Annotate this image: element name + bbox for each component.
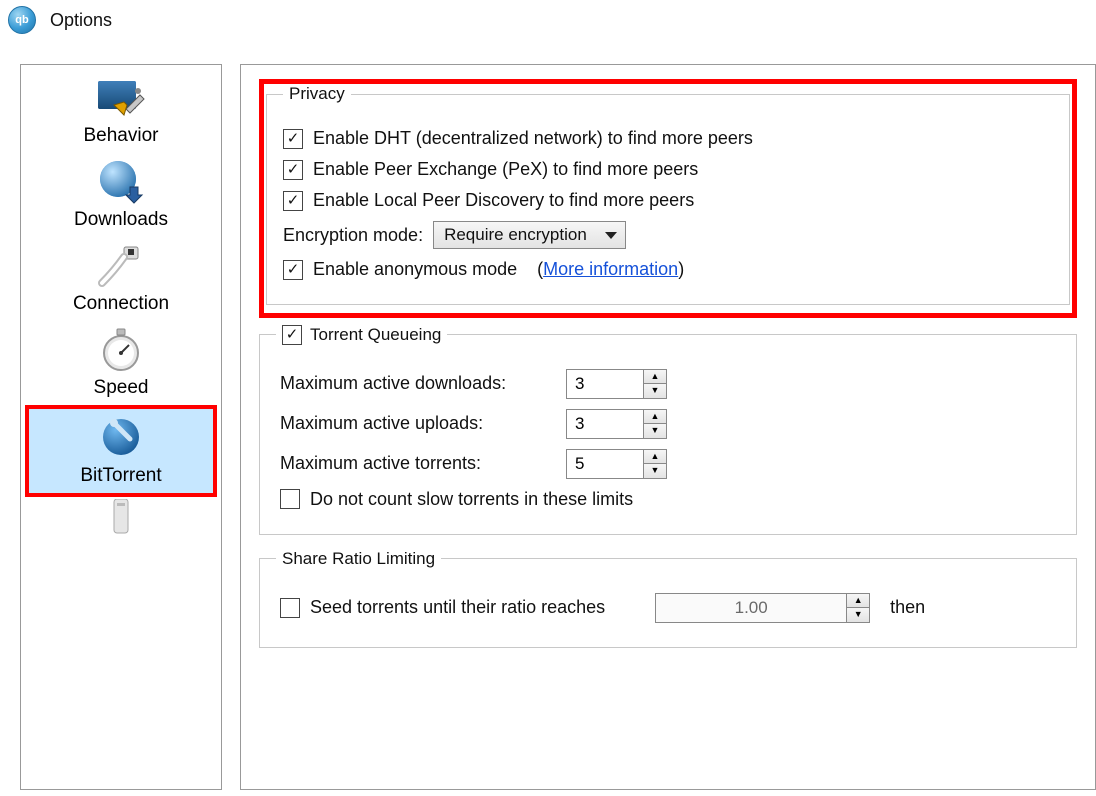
ratio-legend: Share Ratio Limiting	[276, 549, 441, 569]
privacy-highlight: Privacy Enable DHT (decentralized networ…	[259, 79, 1077, 318]
app-icon: qb	[8, 6, 36, 34]
max-torrents-spinner[interactable]: ▲▼	[566, 449, 667, 479]
dht-label: Enable DHT (decentralized network) to fi…	[313, 128, 753, 149]
step-up-button[interactable]: ▲	[644, 370, 666, 385]
step-down-button[interactable]: ▼	[644, 424, 666, 438]
then-label: then	[890, 597, 925, 618]
max-downloads-spinner[interactable]: ▲▼	[566, 369, 667, 399]
seed-ratio-input[interactable]	[656, 594, 846, 622]
slow-torrents-checkbox[interactable]	[280, 489, 300, 509]
more-information-link[interactable]: More information	[543, 259, 678, 279]
ratio-group: Share Ratio Limiting Seed torrents until…	[259, 549, 1077, 648]
encryption-label: Encryption mode:	[283, 225, 423, 246]
seed-ratio-checkbox[interactable]	[280, 598, 300, 618]
queueing-enable-checkbox[interactable]	[282, 325, 302, 345]
sidebar-highlight: BitTorrent	[25, 405, 217, 497]
window-title: Options	[50, 10, 112, 31]
sidebar-item-label: Downloads	[74, 209, 168, 231]
step-down-button[interactable]: ▼	[644, 464, 666, 478]
plug-icon	[91, 241, 151, 289]
stopwatch-icon	[91, 325, 151, 373]
privacy-legend: Privacy	[283, 84, 351, 104]
encryption-value: Require encryption	[444, 225, 587, 245]
step-down-button[interactable]: ▼	[847, 608, 869, 622]
step-up-button[interactable]: ▲	[644, 450, 666, 465]
chevron-down-icon	[605, 232, 617, 239]
slow-torrents-label: Do not count slow torrents in these limi…	[310, 489, 633, 510]
tools-icon	[91, 73, 151, 121]
sidebar-item-speed[interactable]: Speed	[25, 321, 217, 405]
content-panel: Privacy Enable DHT (decentralized networ…	[240, 64, 1096, 790]
max-uploads-label: Maximum active uploads:	[280, 413, 556, 434]
max-torrents-input[interactable]	[567, 450, 643, 478]
queueing-legend-label: Torrent Queueing	[310, 325, 441, 345]
sidebar-item-label: Speed	[94, 377, 149, 399]
sidebar-item-connection[interactable]: Connection	[25, 237, 217, 321]
step-up-button[interactable]: ▲	[644, 410, 666, 425]
queueing-group: Torrent Queueing Maximum active download…	[259, 324, 1077, 535]
privacy-group: Privacy Enable DHT (decentralized networ…	[266, 84, 1070, 305]
encryption-select[interactable]: Require encryption	[433, 221, 626, 249]
globe-download-icon	[91, 157, 151, 205]
pex-label: Enable Peer Exchange (PeX) to find more …	[313, 159, 698, 180]
queueing-legend: Torrent Queueing	[276, 324, 447, 345]
anonymous-checkbox[interactable]	[283, 260, 303, 280]
sidebar-item-downloads[interactable]: Downloads	[25, 153, 217, 237]
max-torrents-label: Maximum active torrents:	[280, 453, 556, 474]
step-up-button[interactable]: ▲	[847, 594, 869, 609]
sidebar-item-bittorrent[interactable]: BitTorrent	[29, 409, 213, 493]
lpd-checkbox[interactable]	[283, 191, 303, 211]
sidebar-item-next[interactable]	[25, 497, 217, 533]
globe-wrench-icon	[91, 413, 151, 461]
step-down-button[interactable]: ▼	[644, 384, 666, 398]
anonymous-label: Enable anonymous mode	[313, 259, 517, 280]
titlebar: qb Options	[0, 0, 1096, 40]
sidebar-item-label: BitTorrent	[80, 465, 161, 487]
max-uploads-spinner[interactable]: ▲▼	[566, 409, 667, 439]
lpd-label: Enable Local Peer Discovery to find more…	[313, 190, 694, 211]
sidebar-item-label: Connection	[73, 293, 169, 315]
server-icon	[91, 501, 151, 533]
max-downloads-input[interactable]	[567, 370, 643, 398]
sidebar-item-behavior[interactable]: Behavior	[25, 69, 217, 153]
sidebar-item-label: Behavior	[84, 125, 159, 147]
dht-checkbox[interactable]	[283, 129, 303, 149]
seed-ratio-spinner[interactable]: ▲▼	[655, 593, 870, 623]
max-downloads-label: Maximum active downloads:	[280, 373, 556, 394]
sidebar: Behavior Downloads	[20, 64, 222, 790]
max-uploads-input[interactable]	[567, 410, 643, 438]
seed-ratio-label: Seed torrents until their ratio reaches	[310, 597, 605, 618]
pex-checkbox[interactable]	[283, 160, 303, 180]
